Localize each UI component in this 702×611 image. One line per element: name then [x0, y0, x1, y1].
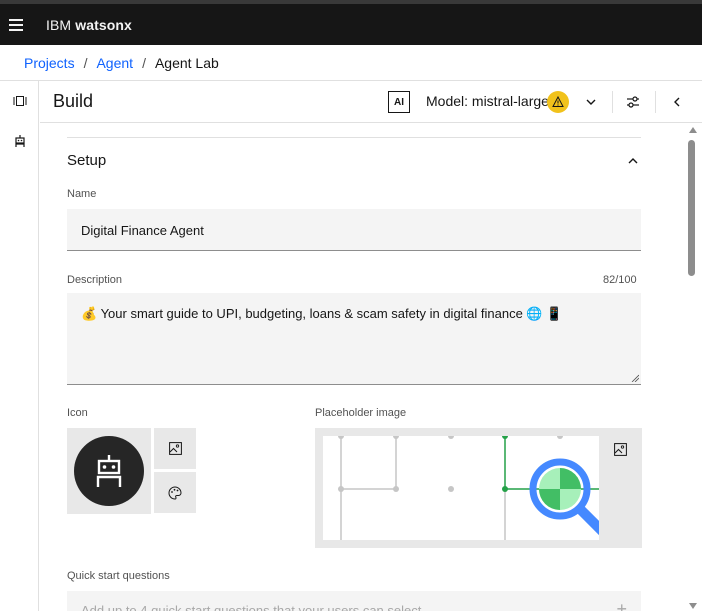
divider [655, 91, 656, 113]
brand-logo[interactable]: IBM watsonx [46, 17, 132, 33]
placeholder-image-label: Placeholder image [315, 407, 407, 419]
ai-badge: AI [388, 91, 410, 113]
description-char-counter: 82/100 [603, 274, 637, 286]
placeholder-image-preview [315, 428, 642, 548]
quick-start-input[interactable]: Add up to 4 quick start questions that y… [67, 591, 641, 611]
chevron-up-icon[interactable] [625, 153, 641, 169]
left-rail [0, 81, 39, 611]
setup-accordion-title[interactable]: Setup [67, 152, 106, 169]
build-header: Build AI Model: mistral-large [40, 81, 702, 123]
description-textarea[interactable]: 💰 Your smart guide to UPI, budgeting, lo… [67, 293, 641, 385]
model-dropdown-chevron-icon[interactable] [580, 91, 602, 113]
model-selector-label[interactable]: Model: mistral-large [426, 93, 549, 109]
description-text: 💰 Your smart guide to UPI, budgeting, lo… [81, 306, 563, 321]
change-icon-color-button[interactable] [154, 472, 196, 513]
resize-handle-icon[interactable] [631, 374, 639, 382]
carousel-icon [13, 96, 26, 106]
breadcrumb: Projects / Agent / Agent Lab [0, 45, 702, 81]
upload-placeholder-image-button[interactable] [599, 428, 642, 470]
brand-prefix: IBM [46, 16, 72, 33]
top-nav-bar: IBM watsonx [0, 0, 702, 45]
bot-icon [96, 455, 122, 487]
icon-label: Icon [67, 407, 88, 419]
placeholder-graph-image [323, 436, 599, 540]
breadcrumb-current: Agent Lab [154, 54, 219, 71]
image-icon [168, 442, 182, 455]
collapse-panel-chevron-icon[interactable] [666, 91, 688, 113]
breadcrumb-separator: / [142, 54, 146, 71]
settings-sliders-icon[interactable] [622, 91, 644, 113]
scrollbar[interactable] [685, 123, 702, 611]
setup-panel: Setup Name Digital Finance Agent Descrip… [40, 123, 685, 611]
upload-icon-image-button[interactable] [154, 428, 196, 469]
scroll-up-arrow-icon[interactable] [689, 127, 697, 133]
name-input[interactable]: Digital Finance Agent [67, 209, 641, 251]
quick-start-placeholder: Add up to 4 quick start questions that y… [81, 603, 422, 611]
build-title: Build [53, 91, 94, 111]
warning-icon[interactable] [547, 91, 569, 113]
breadcrumb-projects-link[interactable]: Projects [24, 55, 75, 71]
color-palette-icon [168, 485, 182, 500]
image-icon [614, 442, 627, 456]
quick-start-label: Quick start questions [67, 570, 170, 582]
description-label: Description [67, 274, 123, 286]
divider [612, 91, 613, 113]
section-divider [67, 137, 641, 138]
add-question-button[interactable]: + [616, 599, 627, 611]
rail-item-build[interactable] [0, 81, 39, 121]
agent-avatar-preview [67, 428, 151, 514]
avatar [74, 436, 144, 506]
rail-item-agent[interactable] [0, 121, 39, 161]
brand-name: watsonx [75, 16, 132, 33]
menu-icon[interactable] [0, 4, 32, 45]
bot-icon [14, 135, 25, 147]
breadcrumb-agent-link[interactable]: Agent [96, 55, 133, 71]
scrollbar-thumb[interactable] [688, 140, 695, 276]
breadcrumb-separator: / [83, 54, 88, 71]
scroll-down-arrow-icon[interactable] [689, 603, 697, 609]
name-label: Name [67, 188, 97, 200]
